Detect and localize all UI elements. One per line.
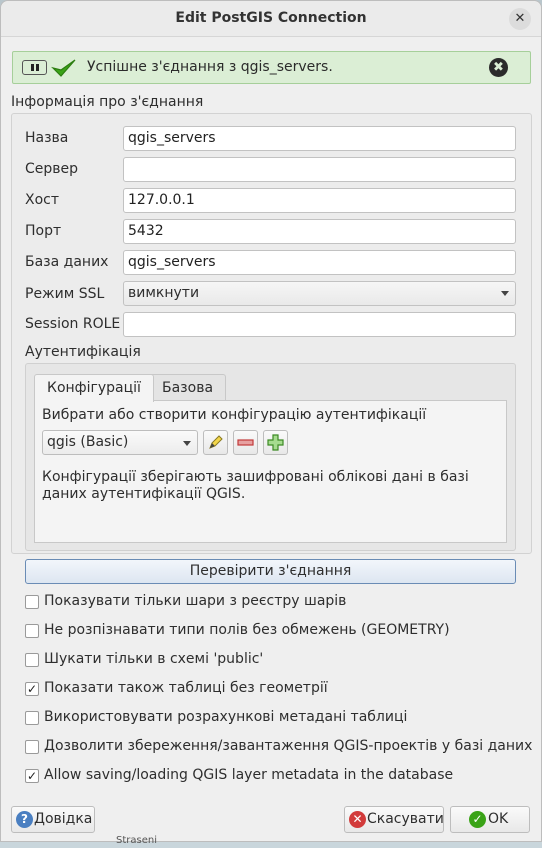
session-role-input[interactable] bbox=[123, 312, 516, 337]
message-text: Успішне з'єднання з qgis_servers. bbox=[87, 59, 333, 75]
edit-config-button[interactable] bbox=[203, 430, 228, 455]
ssl-mode-select[interactable]: вимкнути bbox=[123, 281, 516, 306]
port-label: Порт bbox=[25, 223, 62, 239]
option-label: Allow saving/loading QGIS layer metadata… bbox=[44, 767, 454, 783]
help-label: Довідка bbox=[34, 811, 93, 827]
auth-config-select[interactable]: qgis (Basic) bbox=[42, 430, 198, 455]
title-bar: Edit PostGIS Connection ✕ bbox=[1, 1, 541, 37]
window-title: Edit PostGIS Connection bbox=[175, 10, 367, 26]
remove-config-button[interactable] bbox=[233, 430, 258, 455]
database-input[interactable]: qgis_servers bbox=[123, 250, 516, 275]
help-icon: ? bbox=[16, 811, 33, 828]
option-label: Показати також таблиці без геометрії bbox=[44, 680, 328, 696]
cancel-label: Скасувати bbox=[367, 811, 444, 827]
edit-connection-dialog: Edit PostGIS Connection ✕ Успішне з'єдна… bbox=[0, 0, 542, 842]
map-place-label: Straseni bbox=[116, 835, 157, 846]
cancel-button[interactable]: ✕ Скасувати bbox=[344, 806, 444, 833]
ok-button[interactable]: ✓ OK bbox=[450, 806, 530, 833]
service-label: Сервер bbox=[25, 161, 79, 177]
tab-basic[interactable]: Базова bbox=[149, 374, 227, 401]
service-input[interactable] bbox=[123, 157, 516, 182]
option-label: Показувати тільки шари з реєстру шарів bbox=[44, 593, 347, 609]
option-label: Шукати тільки в схемі 'public' bbox=[44, 651, 264, 667]
ok-icon: ✓ bbox=[469, 811, 486, 828]
connection-group-title: Інформація про з'єднання bbox=[11, 94, 204, 110]
session-role-label: Session ROLE bbox=[25, 316, 121, 332]
option-label: Використовувати розрахункові метадані та… bbox=[44, 709, 408, 725]
cancel-icon: ✕ bbox=[349, 811, 366, 828]
checkbox[interactable] bbox=[25, 653, 39, 667]
database-label: База даних bbox=[25, 254, 109, 270]
choose-config-label: Вибрати або створити конфігурацію аутент… bbox=[42, 407, 427, 423]
chevron-down-icon bbox=[501, 291, 509, 296]
ssl-mode-label: Режим SSL bbox=[25, 286, 105, 302]
help-button[interactable]: ? Довідка bbox=[11, 806, 95, 833]
checkbox[interactable] bbox=[25, 740, 39, 754]
checkbox[interactable] bbox=[25, 711, 39, 725]
authentication-label: Аутентифікація bbox=[25, 344, 141, 360]
name-label: Назва bbox=[25, 130, 69, 146]
map-background bbox=[0, 842, 542, 848]
test-connection-button[interactable]: Перевірити з'єднання bbox=[25, 559, 516, 584]
name-input[interactable]: qgis_servers bbox=[123, 126, 516, 151]
auth-note: Конфігурації зберігають зашифровані облі… bbox=[42, 469, 469, 502]
host-label: Хост bbox=[25, 192, 60, 208]
pause-icon[interactable] bbox=[22, 60, 47, 75]
chevron-down-icon bbox=[183, 441, 191, 446]
success-message-bar: Успішне з'єднання з qgis_servers. ✖ bbox=[12, 51, 531, 84]
checkmark-icon bbox=[51, 59, 76, 77]
auth-config-value: qgis (Basic) bbox=[47, 434, 129, 450]
port-input[interactable]: 5432 bbox=[123, 219, 516, 244]
dismiss-message-icon[interactable]: ✖ bbox=[489, 58, 508, 77]
tab-configurations[interactable]: Конфігурації bbox=[34, 374, 154, 402]
add-config-button[interactable] bbox=[263, 430, 288, 455]
checkbox[interactable] bbox=[25, 595, 39, 609]
checkbox[interactable]: ✓ bbox=[25, 769, 39, 783]
close-icon[interactable]: ✕ bbox=[509, 8, 531, 30]
plus-icon bbox=[267, 434, 284, 451]
ok-label: OK bbox=[488, 811, 509, 827]
ssl-mode-value: вимкнути bbox=[128, 285, 200, 301]
checkbox[interactable]: ✓ bbox=[25, 682, 39, 696]
host-input[interactable]: 127.0.0.1 bbox=[123, 188, 516, 213]
pencil-icon bbox=[209, 435, 223, 449]
checkbox[interactable] bbox=[25, 624, 39, 638]
minus-icon bbox=[237, 439, 254, 446]
option-label: Не розпізнавати типи полів без обмежень … bbox=[44, 622, 450, 638]
option-label: Дозволити збереження/завантаження QGIS-п… bbox=[44, 738, 533, 754]
